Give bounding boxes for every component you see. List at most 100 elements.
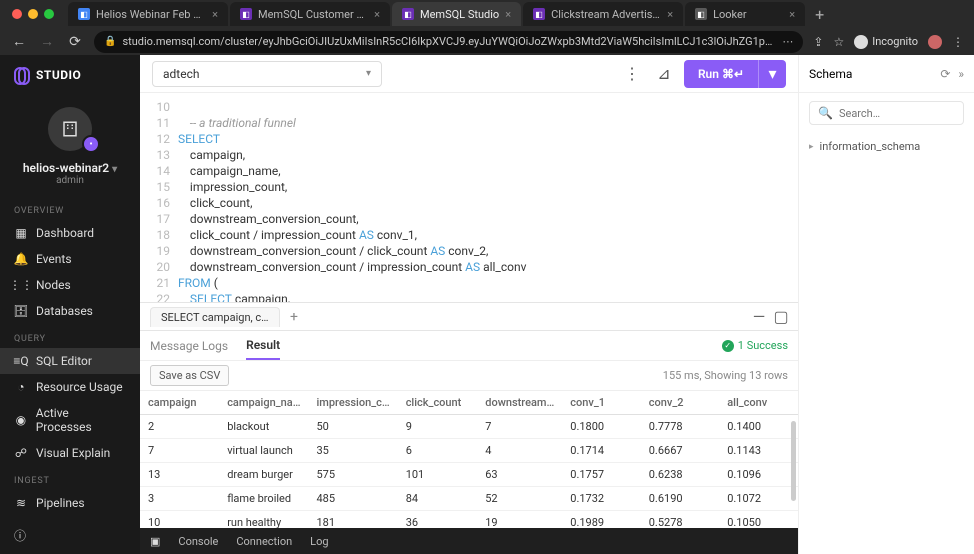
collapse-panel-icon[interactable]: » [958,67,964,81]
scrollbar-thumb[interactable] [791,421,796,501]
org-selector[interactable]: helios-webinar2 ▾ [0,157,140,175]
cell: 101 [398,463,478,487]
cell: 0.1050 [719,511,798,529]
table-row[interactable]: 7virtual launch35640.17140.66670.1143 [140,439,798,463]
bottom-tab-console[interactable]: Console [178,535,218,548]
sidebar-item-events[interactable]: 🔔Events [0,246,140,272]
browser-toolbar: ← → ⟳ 🔒 studio.memsql.com/cluster/eyJhbG… [0,28,974,55]
terminal-icon[interactable]: ▣ [150,535,160,548]
schema-search-input[interactable] [839,107,974,120]
query-tab[interactable]: SELECT campaign, ca… [150,307,280,327]
result-grid-wrapper[interactable]: campaigncampaign_na…impression_c…click_c… [140,391,798,528]
tab-message-logs[interactable]: Message Logs [150,333,228,359]
cell: 0.1714 [562,439,640,463]
run-dropdown-button[interactable]: ▾ [758,60,786,88]
cell: 0.1800 [562,415,640,439]
cell: 0.1757 [562,463,640,487]
cell: 4 [477,439,562,463]
tab-title: Helios Webinar Feb 2020 - Go [96,8,206,21]
refresh-icon[interactable]: ⟳ [940,67,950,81]
window-traffic-lights[interactable] [12,9,54,19]
table-row[interactable]: 3flame broiled48584520.17320.61900.1072 [140,487,798,511]
sql-editor[interactable]: 10111213141516171819202122 -- a traditio… [140,93,798,303]
cell: 0.1143 [719,439,798,463]
result-grid: campaigncampaign_na…impression_c…click_c… [140,391,798,528]
tree-item-information-schema[interactable]: ▸ information_schema [809,137,964,156]
cell: 13 [140,463,219,487]
browser-tab[interactable]: ◧MemSQL Customer Portal× [230,2,390,26]
schema-search[interactable]: 🔍 [809,101,964,125]
window-close-icon[interactable] [12,9,22,19]
sidebar-item-active-processes[interactable]: ◉Active Processes [0,400,140,440]
sidebar-item-visual-explain[interactable]: ☍Visual Explain [0,440,140,466]
database-icon: 🗄 [14,304,28,318]
cell: 0.1072 [719,487,798,511]
dashboard-icon: ▦ [14,226,28,240]
maximize-pane-icon[interactable]: ▢ [774,312,788,322]
sidebar-item-databases[interactable]: 🗄Databases [0,298,140,324]
reload-button[interactable]: ⟳ [66,34,84,50]
share-icon[interactable]: ⇪ [813,35,823,49]
cell: 3 [140,487,219,511]
bottom-tab-connection[interactable]: Connection [236,535,292,548]
browser-tab[interactable]: ◧Looker× [685,2,805,26]
save-csv-button[interactable]: Save as CSV [150,365,229,386]
address-bar[interactable]: 🔒 studio.memsql.com/cluster/eyJhbGciOiJI… [94,31,803,53]
column-header[interactable]: impression_c… [308,391,397,415]
bookmark-icon[interactable]: ☆ [833,35,844,49]
editor-toolbar: adtech ▾ ⋮ ⊿ Run ⌘↵ ▾ [140,55,798,93]
table-row[interactable]: 2blackout50970.18000.77780.1400 [140,415,798,439]
database-selector[interactable]: adtech ▾ [152,61,382,87]
cell: 575 [308,463,397,487]
column-header[interactable]: campaign [140,391,219,415]
sidebar-item-nodes[interactable]: ⋮⋮Nodes [0,272,140,298]
sidebar-item-resource-usage[interactable]: ◔Resource Usage [0,374,140,400]
minimize-pane-icon[interactable]: — [752,312,766,322]
cell: 6 [398,439,478,463]
query-status: ✓ 1 Success [722,339,788,352]
help-button[interactable]: ⓘ [0,517,140,554]
avatar-block: • [0,95,140,157]
add-query-tab-button[interactable]: + [284,307,304,327]
translate-icon[interactable]: ⋯ [782,35,793,48]
browser-tab[interactable]: ◧ Helios Webinar Feb 2020 - Go × [68,2,228,26]
close-tab-icon[interactable]: × [505,8,511,21]
nodes-icon: ⋮⋮ [14,278,28,292]
profile-avatar-icon[interactable] [928,35,942,49]
sidebar-item-sql-editor[interactable]: ≡QSQL Editor [0,348,140,374]
close-tab-icon[interactable]: × [374,8,380,21]
run-button[interactable]: Run ⌘↵ [684,60,758,88]
browser-tab[interactable]: ◧Clickstream Advertising Data× [523,2,683,26]
column-header[interactable]: conv_1 [562,391,640,415]
bottom-bar: ▣ Console Connection Log [140,528,798,554]
back-button[interactable]: ← [10,33,28,50]
cell: 35 [308,439,397,463]
sidebar-item-pipelines[interactable]: ≋Pipelines [0,490,140,516]
more-options-button[interactable]: ⋮ [620,62,644,86]
column-header[interactable]: downstream… [477,391,562,415]
new-tab-button[interactable]: + [807,5,832,24]
column-header[interactable]: conv_2 [641,391,719,415]
cell: 19 [477,511,562,529]
forward-button: → [38,33,56,50]
table-row[interactable]: 10run healthy18136190.19890.52780.1050 [140,511,798,529]
window-minimize-icon[interactable] [28,9,38,19]
close-tab-icon[interactable]: × [212,8,218,21]
window-zoom-icon[interactable] [44,9,54,19]
column-header[interactable]: campaign_na… [219,391,308,415]
browser-menu-icon[interactable]: ⋮ [952,35,964,49]
sidebar-item-dashboard[interactable]: ▦Dashboard [0,220,140,246]
code-area[interactable]: -- a traditional funnelSELECT campaign, … [178,93,798,302]
browser-tab[interactable]: ◧MemSQL Studio× [392,2,521,26]
table-row[interactable]: 13dream burger575101630.17570.62380.1096 [140,463,798,487]
tab-result[interactable]: Result [246,332,280,360]
column-header[interactable]: all_conv [719,391,798,415]
column-header[interactable]: click_count [398,391,478,415]
close-tab-icon[interactable]: × [789,8,795,21]
bottom-tab-log[interactable]: Log [310,535,328,548]
schema-tree-button[interactable]: ⊿ [652,62,676,86]
close-tab-icon[interactable]: × [667,8,673,21]
schema-title: Schema [809,67,852,81]
section-ingest: INGEST [0,466,140,490]
favicon-icon: ◧ [78,8,90,20]
